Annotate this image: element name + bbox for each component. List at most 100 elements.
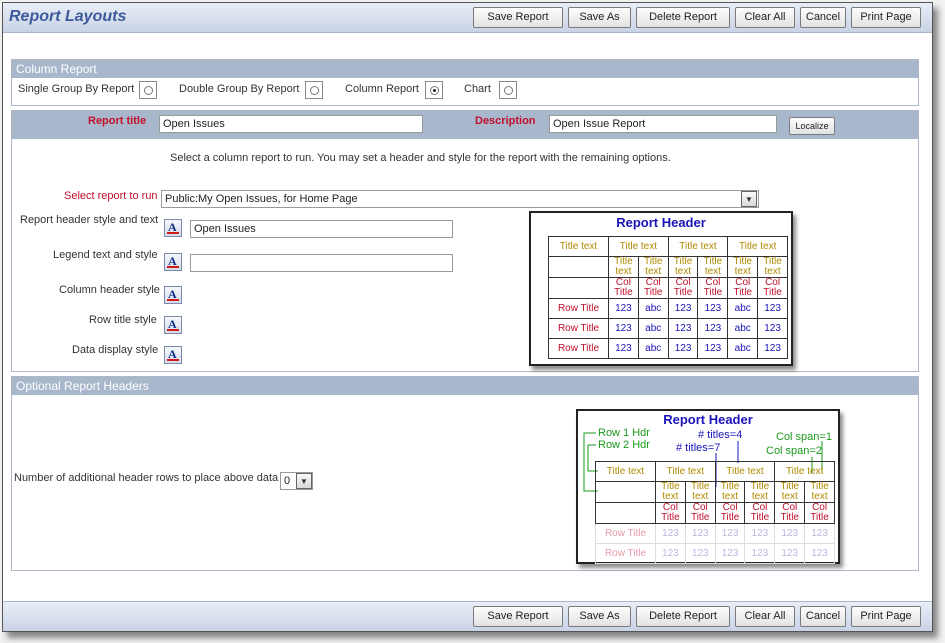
row-title-style-label: Row title style: [89, 314, 157, 326]
localize-button[interactable]: Localize: [789, 117, 835, 135]
preview-row-title-cell: Row Title: [548, 338, 609, 359]
delete-report-button-bottom[interactable]: Delete Report: [636, 606, 730, 627]
radio-column-report[interactable]: [425, 81, 443, 99]
preview-data-cell: 123: [757, 338, 788, 359]
preview2-empty-cell: [595, 481, 656, 503]
select-report-dropdown[interactable]: Public:My Open Issues, for Home Page: [161, 190, 759, 208]
data-display-font-style-icon[interactable]: A: [164, 346, 182, 364]
instructions-text: Select a column report to run. You may s…: [170, 152, 671, 164]
print-page-button[interactable]: Print Page: [851, 7, 921, 28]
preview-data-cell: abc: [637, 338, 669, 359]
preview2-data-cell: 123: [774, 523, 806, 544]
preview2-data-cell: 123: [744, 523, 776, 544]
preview2-col-title-cell: Col Title: [744, 502, 776, 524]
preview-subtitle-cell: Title text: [608, 256, 639, 278]
preview2-title-cell: Title text: [595, 461, 656, 482]
preview-col-title-cell: Col Title: [667, 277, 699, 299]
preview-empty-cell: [548, 277, 609, 299]
preview-subtitle-cell: Title text: [637, 256, 669, 278]
header-rows-value: 0: [284, 475, 291, 487]
preview-data-cell: 123: [697, 318, 729, 339]
cancel-button[interactable]: Cancel: [800, 7, 846, 28]
preview-title-cell: Title text: [608, 236, 669, 257]
preview2-data-cell: 123: [804, 523, 835, 544]
radio-label-chart: Chart: [464, 83, 491, 95]
radio-label-column-report: Column Report: [345, 83, 419, 95]
column-header-style-label: Column header style: [59, 284, 160, 296]
preview-data-cell: 123: [697, 338, 729, 359]
delete-report-button[interactable]: Delete Report: [636, 7, 730, 28]
preview-data-cell: 123: [608, 298, 639, 319]
preview-data-cell: 123: [667, 338, 699, 359]
report-title-input[interactable]: Open Issues: [159, 115, 423, 133]
bottom-toolbar: Save Report Save As Delete Report Clear …: [3, 601, 932, 631]
preview-row-title-cell: Row Title: [548, 318, 609, 339]
preview2-col-title-cell: Col Title: [684, 502, 716, 524]
preview-title-cell: Title text: [727, 236, 788, 257]
print-page-button-bottom[interactable]: Print Page: [851, 606, 921, 627]
preview-row-title-cell: Row Title: [548, 298, 609, 319]
preview2-title-cell: Title text: [774, 461, 835, 482]
preview-data-cell: abc: [637, 298, 669, 319]
preview-data-cell: abc: [637, 318, 669, 339]
preview2-title-cell: Title text: [714, 461, 776, 482]
preview-data-cell: abc: [727, 318, 759, 339]
radio-label-single-group: Single Group By Report: [18, 83, 135, 95]
preview2-row-title-cell: Row Title: [595, 543, 656, 564]
preview-col-title-cell: Col Title: [727, 277, 759, 299]
preview2-data-cell: 123: [804, 543, 835, 564]
row-title-font-style-icon[interactable]: A: [164, 316, 182, 334]
report-title-bar: [12, 111, 918, 139]
preview-data-cell: 123: [667, 318, 699, 339]
preview2-row-title-cell: Row Title: [595, 523, 656, 544]
preview2-data-cell: 123: [744, 543, 776, 564]
description-input[interactable]: Open Issue Report: [549, 115, 777, 133]
radio-chart[interactable]: [499, 81, 517, 99]
preview2-subtitle-cell: Title text: [804, 481, 835, 503]
preview2-subtitle-cell: Title text: [774, 481, 806, 503]
header-rows-label: Number of additional header rows to plac…: [14, 472, 279, 484]
preview-data-cell: 123: [757, 298, 788, 319]
save-as-button[interactable]: Save As: [568, 7, 631, 28]
chevron-down-icon[interactable]: ▼: [741, 191, 757, 207]
legend-text-input[interactable]: [190, 254, 453, 272]
column-header-font-style-icon[interactable]: A: [164, 286, 182, 304]
preview2-col-title-cell: Col Title: [655, 502, 686, 524]
clear-all-button-bottom[interactable]: Clear All: [735, 606, 795, 627]
preview2-empty-cell: [595, 502, 656, 524]
preview2-data-cell: 123: [714, 543, 746, 564]
preview-title-cell: Title text: [667, 236, 729, 257]
column-report-header: Column Report: [12, 60, 918, 78]
preview-data-cell: 123: [697, 298, 729, 319]
save-as-button-bottom[interactable]: Save As: [568, 606, 631, 627]
preview-data-cell: abc: [727, 298, 759, 319]
preview-col-title-cell: Col Title: [637, 277, 669, 299]
preview2-data-cell: 123: [655, 543, 686, 564]
save-report-button-bottom[interactable]: Save Report: [473, 606, 563, 627]
radio-label-double-group: Double Group By Report: [179, 83, 300, 95]
preview-data-cell: abc: [727, 338, 759, 359]
radio-single-group[interactable]: [139, 81, 157, 99]
header-text-input[interactable]: Open Issues: [190, 220, 453, 238]
report-preview: Report Header Title text Title text Titl…: [529, 211, 793, 366]
preview-col-title-cell: Col Title: [757, 277, 788, 299]
top-toolbar: Report Layouts Save Report Save As Delet…: [3, 3, 932, 33]
chevron-down-icon[interactable]: ▼: [296, 473, 312, 489]
preview2-col-title-cell: Col Title: [804, 502, 835, 524]
description-label: Description: [475, 115, 536, 127]
radio-double-group[interactable]: [305, 81, 323, 99]
preview-data-cell: 123: [757, 318, 788, 339]
select-report-label: Select report to run: [64, 190, 158, 202]
cancel-button-bottom[interactable]: Cancel: [800, 606, 846, 627]
preview-col-title-cell: Col Title: [697, 277, 729, 299]
report-layouts-window: Report Layouts Save Report Save As Delet…: [2, 2, 933, 632]
clear-all-button[interactable]: Clear All: [735, 7, 795, 28]
preview-col-title-cell: Col Title: [608, 277, 639, 299]
header-font-style-icon[interactable]: A: [164, 219, 182, 237]
preview2-title-cell: Title text: [655, 461, 716, 482]
preview-subtitle-cell: Title text: [667, 256, 699, 278]
preview2-col-title-cell: Col Title: [774, 502, 806, 524]
preview2-subtitle-cell: Title text: [655, 481, 686, 503]
legend-font-style-icon[interactable]: A: [164, 253, 182, 271]
save-report-button[interactable]: Save Report: [473, 7, 563, 28]
